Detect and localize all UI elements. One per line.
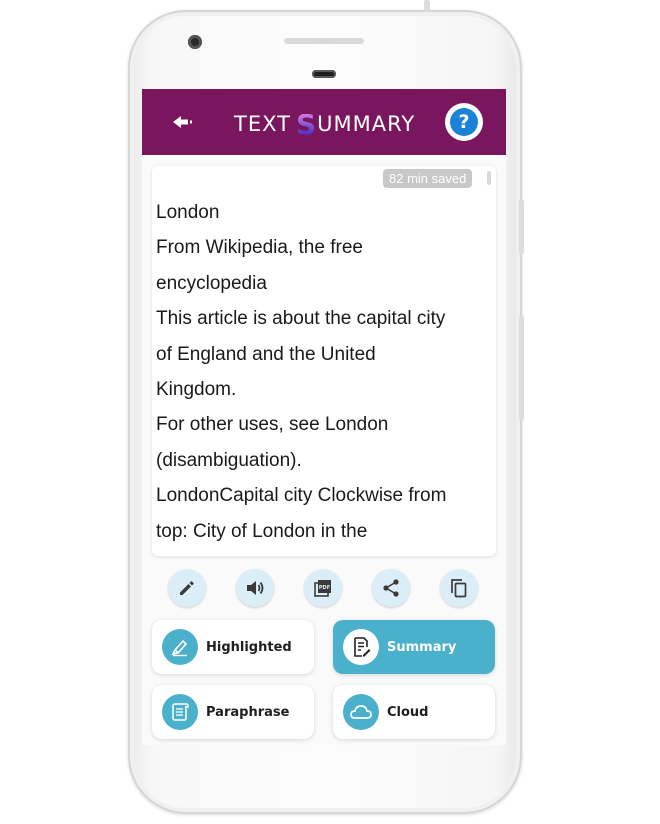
app-logo: TEXT S UMMARY [234,107,416,141]
action-toolbar: PDF [142,569,506,609]
copy-button[interactable] [440,569,478,607]
earpiece-grill [284,38,364,44]
document-text: London From Wikipedia, the free encyclop… [156,195,492,549]
copy-icon [451,579,467,598]
earpiece-slot [312,70,336,78]
summary-mode-button[interactable]: Summary [333,620,495,674]
text-line: From Wikipedia, the free [156,237,363,259]
text-line: (disambiguation). [156,449,302,471]
highlighted-mode-button[interactable]: Highlighted [152,620,314,674]
summary-doc-icon [343,629,379,665]
text-line: encyclopedia [156,272,267,294]
highlighted-label: Highlighted [206,639,292,655]
brand-text-prefix: TEXT [234,112,291,136]
text-line: LondonCapital city Clockwise from [156,485,447,507]
app-header: TEXT S UMMARY ? [142,89,506,155]
speaker-icon [247,581,264,595]
text-line: For other uses, see London [156,414,389,436]
share-icon [383,579,399,597]
highlighter-icon [162,629,198,665]
app-screen: TEXT S UMMARY ? 82 min saved London From … [142,89,506,745]
pdf-button[interactable]: PDF [304,569,342,607]
text-line: top: City of London in the [156,520,368,542]
front-camera [188,35,202,49]
back-arrow-icon[interactable] [170,111,196,133]
paraphrase-mode-button[interactable]: Paraphrase [152,685,314,739]
summary-text-card[interactable]: 82 min saved London From Wikipedia, the … [152,166,496,556]
speak-button[interactable] [236,569,274,607]
edit-button[interactable] [168,569,206,607]
phone-power-button [519,200,524,254]
time-saved-badge: 82 min saved [383,169,473,188]
brand-s-letter: S [295,107,317,141]
text-line: of England and the United [156,343,376,365]
paraphrase-label: Paraphrase [206,704,290,720]
phone-top-button [424,0,430,12]
text-line: This article is about the capital city [156,308,446,330]
scrollbar-thumb[interactable] [487,171,491,185]
cloud-icon [343,694,379,730]
text-line: Kingdom. [156,379,237,401]
cloud-label: Cloud [387,704,429,720]
text-line: London [156,202,220,223]
scroll-icon [162,694,198,730]
help-icon: ? [450,108,478,136]
pencil-icon [180,581,194,595]
cloud-mode-button[interactable]: Cloud [333,685,495,739]
pdf-icon: PDF [314,580,331,597]
share-button[interactable] [372,569,410,607]
brand-text-suffix: UMMARY [317,112,416,136]
help-button[interactable]: ? [445,103,483,141]
phone-volume-button [519,316,524,420]
svg-text:PDF: PDF [319,585,330,591]
summary-label: Summary [387,639,457,655]
